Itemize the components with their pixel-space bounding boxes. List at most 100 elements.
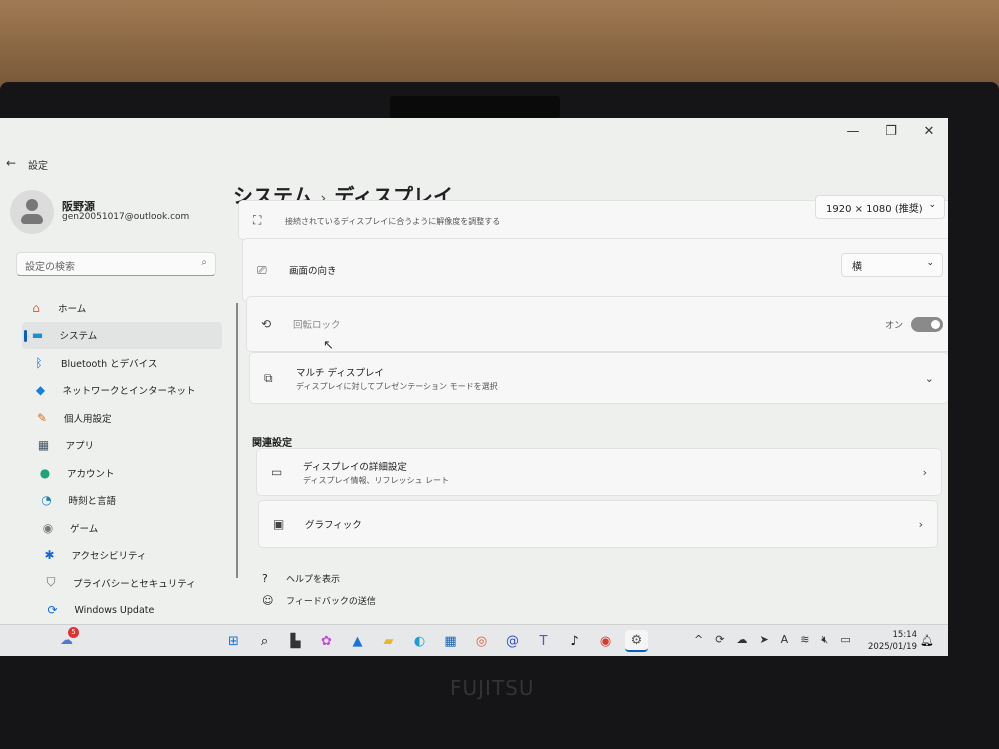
- search-icon[interactable]: ⌕: [253, 630, 276, 652]
- orientation-value: 横: [852, 262, 862, 273]
- taskbar: ☁ 5 ⊞ ⌕ ▙ ✿ ▲ ▰ ◐ ▦ ◎ @ T ♪ ◉ ⚙ ^ ⟳ ☁ ➤ …: [0, 624, 948, 656]
- file-explorer-icon[interactable]: ▰: [377, 630, 400, 652]
- sidebar-item-system[interactable]: ▬ システム: [21, 321, 222, 349]
- shield-icon: ⛉: [46, 575, 56, 590]
- photos-icon[interactable]: ▲: [346, 630, 369, 652]
- store-icon[interactable]: ▦: [439, 630, 462, 652]
- search-input[interactable]: 設定の検索 ⌕: [16, 252, 216, 276]
- related-settings-heading: 関連設定: [252, 438, 292, 449]
- feedback-link[interactable]: ☺ フィードバックの送信: [262, 594, 376, 607]
- rotation-lock-icon: ⟲: [261, 317, 272, 331]
- ime-icon[interactable]: A: [781, 633, 789, 647]
- wifi-icon: ◆: [35, 383, 46, 398]
- location-icon[interactable]: ➤: [759, 633, 768, 647]
- sidebar-item-label: Windows Update: [74, 604, 155, 616]
- rotation-lock-card: ⟲ 回転ロック オン: [246, 296, 948, 352]
- brand-logo: FUJITSU: [450, 676, 535, 700]
- sidebar-item-apps[interactable]: ▦ アプリ: [28, 432, 223, 460]
- clock-globe-icon: ◔: [41, 493, 52, 508]
- sidebar-item-update[interactable]: ⟳ Windows Update: [37, 597, 223, 625]
- brush-icon: ✎: [36, 410, 48, 425]
- window-controls: — ❐ ✕: [834, 124, 948, 139]
- task-view-icon[interactable]: ▙: [284, 630, 307, 652]
- multi-display-card[interactable]: ⧉ マルチ ディスプレイ ディスプレイに対してプレゼンテーション モードを選択 …: [249, 352, 948, 404]
- minimize-button[interactable]: —: [834, 124, 872, 139]
- sidebar-item-wifi[interactable]: ◆ ネットワークとインターネット: [25, 377, 223, 405]
- resolution-subtitle: 接続されているディスプレイに合うように解像度を調整する: [285, 216, 501, 226]
- mute-icon[interactable]: 🔇︎: [821, 633, 828, 647]
- chrome-icon[interactable]: ◉: [594, 630, 617, 652]
- feedback-icon: ☺: [262, 594, 274, 607]
- copilot-icon[interactable]: ✿: [315, 630, 338, 652]
- onedrive-icon[interactable]: ☁: [736, 633, 747, 647]
- avatar[interactable]: [10, 190, 54, 234]
- sidebar-item-account[interactable]: ● アカウント: [29, 459, 222, 487]
- sidebar-item-accessibility[interactable]: ✱ アクセシビリティ: [34, 542, 223, 570]
- sidebar-item-home[interactable]: ⌂ ホーム: [20, 294, 222, 322]
- search-placeholder: 設定の検索: [25, 262, 75, 273]
- help-icon: ?: [262, 572, 268, 585]
- resolution-icon: ⛶: [253, 212, 262, 227]
- teams-icon[interactable]: T: [532, 630, 555, 652]
- apps-icon: ▦: [37, 438, 50, 453]
- sidebar-item-label: Bluetooth とデバイス: [61, 358, 158, 370]
- battery-icon[interactable]: ▭: [840, 633, 850, 647]
- multi-display-icon: ⧉: [264, 370, 273, 385]
- close-button[interactable]: ✕: [910, 124, 948, 139]
- mouse-cursor-icon: ↖: [323, 338, 334, 353]
- app-title: 設定: [28, 161, 48, 172]
- notification-badge: 5: [68, 627, 79, 638]
- mail-icon[interactable]: @: [501, 630, 524, 652]
- related-item-advanced-display[interactable]: ▭ ディスプレイの詳細設定 ディスプレイ情報、リフレッシュ レート ›: [256, 448, 942, 496]
- multi-display-subtitle: ディスプレイに対してプレゼンテーション モードを選択: [296, 381, 498, 391]
- app-red-icon[interactable]: ◎: [470, 630, 493, 652]
- sidebar-item-brush[interactable]: ✎ 個人用設定: [26, 404, 222, 432]
- edge-icon[interactable]: ◐: [408, 630, 431, 652]
- sidebar-item-bluetooth[interactable]: ᛒ Bluetooth とデバイス: [23, 349, 222, 377]
- system-icon: ▬: [31, 328, 44, 343]
- resolution-card: ⛶ 接続されているディスプレイに合うように解像度を調整する 1920 × 108…: [238, 195, 948, 240]
- related-item-title: ディスプレイの詳細設定: [303, 461, 407, 473]
- gamepad-icon: ◉: [42, 520, 54, 535]
- sidebar-item-label: アクセシビリティ: [71, 551, 147, 563]
- chevron-down-icon: ⌄: [926, 258, 934, 268]
- update-icon: ⟳: [47, 603, 58, 618]
- resolution-dropdown[interactable]: 1920 × 1080 (推奨) ⌄: [815, 195, 945, 219]
- chevron-up-icon[interactable]: ^: [694, 633, 703, 647]
- webcam: [390, 96, 560, 118]
- chevron-down-icon[interactable]: ⌄: [925, 372, 934, 385]
- chevron-right-icon: ›: [918, 517, 923, 531]
- back-arrow-icon[interactable]: ←: [6, 156, 16, 170]
- orientation-icon: ⎚: [257, 262, 267, 277]
- accessibility-icon: ✱: [44, 548, 55, 563]
- related-item-graphics[interactable]: ▣ グラフィック ›: [258, 500, 938, 548]
- sidebar-item-clock-globe[interactable]: ◔ 時刻と言語: [31, 487, 223, 515]
- rotation-lock-state: オン: [884, 320, 903, 331]
- sidebar-item-label: プライバシーとセキュリティ: [73, 578, 196, 590]
- sync-icon[interactable]: ⟳: [715, 633, 724, 647]
- clock-date: 2025/01/19: [868, 642, 917, 652]
- wifi-icon[interactable]: ≋: [800, 633, 809, 647]
- tiktok-icon[interactable]: ♪: [563, 630, 586, 652]
- orientation-dropdown[interactable]: 横 ⌄: [841, 253, 943, 277]
- maximize-button[interactable]: ❐: [872, 124, 910, 139]
- clock-time: 15:14: [892, 630, 918, 640]
- sidebar-item-label: ネットワークとインターネット: [62, 386, 196, 398]
- sidebar-item-label: アプリ: [65, 441, 95, 453]
- sidebar-item-label: システム: [59, 331, 98, 343]
- search-icon[interactable]: ⌕: [201, 257, 207, 268]
- rotation-lock-toggle[interactable]: [911, 316, 943, 332]
- bell-icon[interactable]: 🔔︎: [920, 634, 934, 647]
- account-icon: ●: [39, 465, 51, 480]
- sidebar-item-shield[interactable]: ⛉ プライバシーとセキュリティ: [35, 569, 222, 597]
- sidebar-item-label: ゲーム: [70, 523, 99, 535]
- clock[interactable]: 15:14 2025/01/19: [868, 629, 917, 653]
- sidebar-item-label: 時刻と言語: [68, 496, 117, 508]
- feedback-label: フィードバックの送信: [286, 597, 376, 607]
- settings-gear-icon[interactable]: ⚙: [625, 630, 648, 652]
- sidebar-item-gamepad[interactable]: ◉ ゲーム: [32, 514, 222, 542]
- sidebar-scrollbar[interactable]: [236, 303, 238, 578]
- start-windows-icon[interactable]: ⊞: [222, 630, 245, 652]
- help-link[interactable]: ? ヘルプを表示: [262, 572, 340, 585]
- chevron-right-icon: ›: [922, 465, 927, 479]
